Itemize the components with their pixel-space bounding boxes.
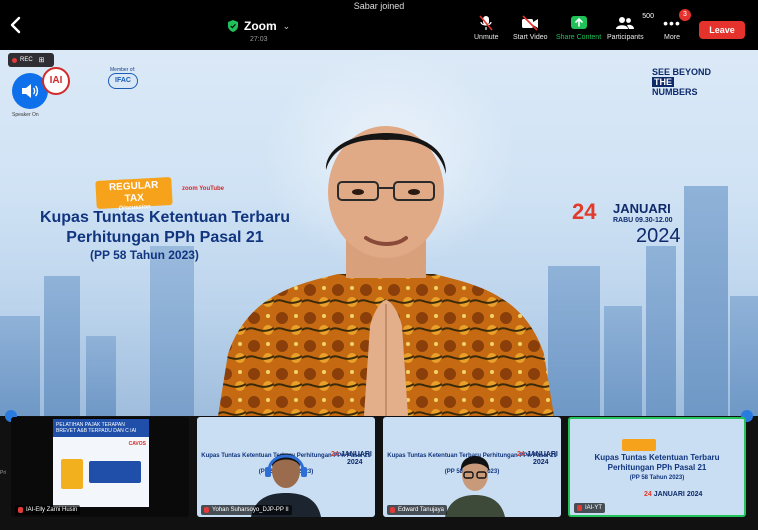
flyer-brand: CAVOS bbox=[128, 441, 146, 447]
mini-date-day: 24 bbox=[331, 451, 339, 458]
event-date-day: 24 bbox=[572, 199, 597, 224]
participant-tile[interactable]: PELATIHAN PAJAK TERAPAN BREVET A&B TERPA… bbox=[11, 417, 189, 517]
mic-off-icon bbox=[479, 15, 493, 31]
regular-tax-logo: REGULAR TAX Discussion bbox=[95, 177, 173, 212]
mini-date-year: 2024 bbox=[533, 459, 549, 466]
mini-date-day: 24 bbox=[517, 451, 525, 458]
participant-name-tag: Yohan Suharsoyo_DJP-PP II bbox=[201, 505, 292, 515]
building bbox=[150, 246, 194, 416]
building bbox=[44, 276, 80, 416]
participant-tile[interactable]: Kupas Tuntas Ketentuan Terbaru Perhitung… bbox=[383, 417, 561, 517]
start-video-button[interactable]: Start Video bbox=[513, 15, 548, 41]
mic-off-icon bbox=[18, 507, 23, 513]
see-beyond-logo: SEE BEYOND THE NUMBERS bbox=[652, 67, 740, 97]
more-icon: ••• bbox=[663, 15, 681, 31]
rec-label: REC bbox=[20, 57, 33, 63]
mic-off-icon bbox=[577, 505, 582, 511]
mini-date-day: 24 bbox=[644, 491, 652, 498]
unmute-label: Unmute bbox=[474, 34, 499, 41]
mini-date: 24 JANUARI bbox=[517, 451, 558, 458]
mini-date-month: JANUARI bbox=[653, 491, 685, 498]
iai-logo: IAI bbox=[42, 67, 70, 95]
speaker-label: Speaker On bbox=[12, 112, 39, 118]
mic-off-icon bbox=[390, 507, 395, 513]
video-off-icon bbox=[522, 15, 539, 31]
speaker-icon bbox=[22, 84, 39, 98]
mini-date-year: 2024 bbox=[686, 491, 703, 498]
participant-name: Edward Tanujaya bbox=[398, 507, 444, 513]
participant-name: IAI-YT bbox=[585, 505, 603, 511]
record-dot-icon bbox=[12, 57, 17, 63]
ifac-logo: IFAC bbox=[108, 73, 138, 89]
participant-name-tag: IAI-Elly Zarni Husin bbox=[15, 505, 81, 515]
participant-name-tag: Edward Tanujaya bbox=[387, 505, 447, 515]
join-notification: Sabar joined bbox=[353, 1, 405, 11]
recording-indicator[interactable]: REC ⊞ bbox=[8, 53, 54, 67]
unmute-button[interactable]: Unmute bbox=[474, 15, 499, 41]
chevron-down-icon: ⌄ bbox=[282, 20, 291, 31]
mini-date-year-wrap: 2024 bbox=[347, 459, 363, 466]
flyer-body bbox=[89, 461, 141, 483]
building bbox=[86, 336, 116, 416]
flyer-book-image bbox=[61, 459, 83, 489]
share-content-label: Share Content bbox=[556, 34, 602, 41]
side-label: Pri bbox=[0, 470, 7, 476]
building bbox=[730, 296, 758, 416]
top-toolbar: Sabar joined Zoom ⌄ 27:03 Unmute Start V… bbox=[0, 0, 758, 50]
see-beyond-line3: NUMBERS bbox=[652, 87, 698, 97]
shield-icon bbox=[228, 20, 238, 32]
participants-button[interactable]: 500 Participants bbox=[607, 13, 654, 41]
grid-icon: ⊞ bbox=[38, 57, 45, 64]
slide-subtitle: (PP 58 Tahun 2023) bbox=[90, 248, 199, 262]
building bbox=[548, 266, 600, 416]
meeting-title-dropdown[interactable]: Zoom ⌄ bbox=[228, 19, 290, 33]
zoom-meeting-window: Sabar joined Zoom ⌄ 27:03 Unmute Start V… bbox=[0, 0, 758, 530]
mini-slide-title: Kupas Tuntas Ketentuan Terbaru Perhitung… bbox=[594, 453, 720, 472]
shared-flyer: PELATIHAN PAJAK TERAPAN BREVET A&B TERPA… bbox=[53, 419, 149, 507]
participant-tile[interactable]: Kupas Tuntas Ketentuan Terbaru Perhitung… bbox=[197, 417, 375, 517]
event-date-month: JANUARI bbox=[613, 201, 671, 216]
building bbox=[684, 186, 728, 416]
share-icon bbox=[570, 16, 587, 29]
mini-slide-subtitle: (PP 58 Tahun 2023) bbox=[629, 475, 685, 481]
see-beyond-line2: THE bbox=[652, 77, 674, 87]
main-video-area: REC ⊞ Speaker On IAI Member of: IFAC SEE… bbox=[0, 50, 758, 416]
event-date-year: 2024 bbox=[636, 225, 681, 247]
building bbox=[646, 246, 676, 416]
mini-date-month: JANUARI bbox=[340, 451, 372, 458]
mini-date: 24 JANUARI 2024 bbox=[644, 491, 702, 498]
event-time: RABU 09.30-12.00 bbox=[613, 217, 673, 224]
participant-name: Yohan Suharsoyo_DJP-PP II bbox=[212, 507, 289, 513]
participant-video bbox=[445, 456, 505, 517]
participant-name: IAI-Elly Zarni Husin bbox=[26, 507, 78, 513]
building bbox=[604, 306, 642, 416]
participant-tile-active[interactable]: Kupas Tuntas Ketentuan Terbaru Perhitung… bbox=[568, 417, 746, 517]
presenter-video bbox=[218, 126, 554, 416]
meeting-timer: 27:03 bbox=[250, 36, 268, 43]
share-content-button[interactable]: Share Content bbox=[556, 15, 601, 41]
more-button[interactable]: ••• 3 More bbox=[663, 9, 691, 41]
mini-date-month: JANUARI bbox=[526, 451, 558, 458]
mini-date: 24 JANUARI bbox=[331, 451, 372, 458]
mini-date-year-wrap: 2024 bbox=[533, 459, 549, 466]
mini-regular-tax-logo bbox=[622, 439, 656, 451]
participant-name-tag: IAI-YT bbox=[574, 503, 606, 513]
participants-icon bbox=[616, 17, 635, 29]
flyer-header: PELATIHAN PAJAK TERAPAN BREVET A&B TERPA… bbox=[53, 419, 149, 437]
leave-button[interactable]: Leave bbox=[699, 21, 745, 39]
more-badge: 3 bbox=[679, 9, 691, 21]
see-beyond-line1: SEE BEYOND bbox=[652, 67, 712, 77]
participants-count: 500 bbox=[642, 13, 654, 20]
building bbox=[0, 316, 40, 416]
participant-strip: Pri PELATIHAN PAJAK TERAPAN BREVET A&B T… bbox=[0, 410, 758, 530]
meeting-title: Zoom bbox=[244, 19, 277, 33]
participants-label: Participants bbox=[607, 34, 644, 41]
mini-date-year: 2024 bbox=[347, 459, 363, 466]
mic-off-icon bbox=[204, 507, 209, 513]
start-video-label: Start Video bbox=[513, 34, 548, 41]
back-chevron-icon[interactable] bbox=[6, 15, 26, 35]
more-label: More bbox=[664, 34, 680, 41]
